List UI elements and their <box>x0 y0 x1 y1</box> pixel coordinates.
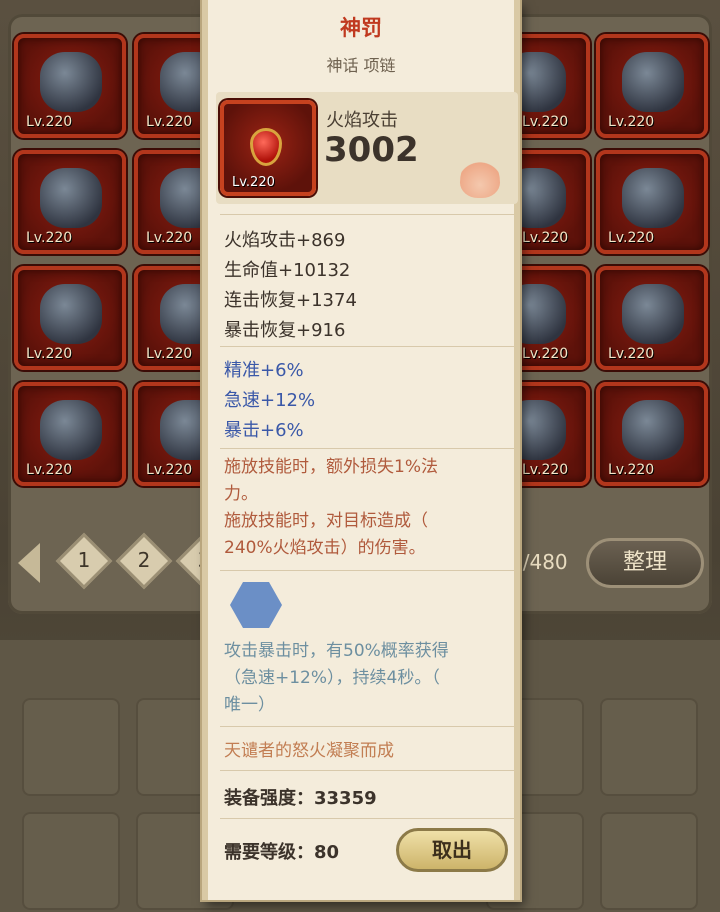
inventory-slot[interactable]: Lv.220 <box>596 34 708 138</box>
set-line: 唯一） <box>224 695 275 715</box>
inventory-slot[interactable]: Lv.220 <box>596 266 708 370</box>
main-stat-name: 火焰攻击 <box>326 110 398 131</box>
divider <box>220 214 514 215</box>
set-line: （急速+12%），持续4秒。（ <box>224 668 440 688</box>
sub-stat: 暴击+6% <box>224 420 304 441</box>
item-tooltip-card: 神罚 神话 项链 Lv.220 火焰攻击 3002 火焰攻击+869 生命值+1… <box>202 0 520 900</box>
prev-page-icon[interactable] <box>18 543 40 583</box>
inventory-slot[interactable]: Lv.220 <box>14 150 126 254</box>
blue-boots-icon <box>622 400 684 460</box>
inventory-slot[interactable]: Lv.220 <box>596 382 708 486</box>
special-effect: 施放技能时，额外损失1%法 力。 施放技能时，对目标造成（ 240%火焰攻击）的… <box>224 454 514 562</box>
divider <box>220 818 514 819</box>
inventory-slot[interactable]: Lv.220 <box>596 150 708 254</box>
spiked-armor-icon <box>40 400 102 460</box>
sort-button[interactable]: 整理 <box>586 538 704 588</box>
required-level: 需要等级：80 <box>224 842 340 863</box>
eye-orb-icon <box>40 284 102 344</box>
page-number: 1 <box>77 548 91 572</box>
gear-score: 装备强度：33359 <box>224 788 377 809</box>
inventory-slot[interactable]: Lv.220 <box>14 34 126 138</box>
effect-line: 施放技能时，对目标造成（ <box>224 511 428 531</box>
base-stat: 生命值+10132 <box>224 260 351 281</box>
equip-slot[interactable] <box>22 698 120 796</box>
equip-slot[interactable] <box>600 812 698 910</box>
skull-coffin-icon <box>622 168 684 228</box>
inventory-slot[interactable]: Lv.220 <box>14 382 126 486</box>
gold-gauntlet-icon <box>622 52 684 112</box>
unequip-button[interactable]: 取出 <box>396 828 508 872</box>
divider <box>220 448 514 449</box>
base-stat: 火焰攻击+869 <box>224 230 346 251</box>
blue-armor-icon <box>622 284 684 344</box>
divider <box>220 346 514 347</box>
divider <box>220 770 514 771</box>
helmet-icon <box>40 52 102 112</box>
main-stat-value: 3002 <box>324 130 419 170</box>
effect-line: 施放技能时，额外损失1%法 <box>224 457 438 477</box>
item-name: 神罚 <box>340 16 382 40</box>
set-line: 攻击暴击时，有50%概率获得 <box>224 641 449 661</box>
base-stat: 连击恢复+1374 <box>224 290 357 311</box>
divider <box>220 726 514 727</box>
sub-stat: 精准+6% <box>224 360 304 381</box>
page-number: 2 <box>137 548 151 572</box>
item-level: Lv.220 <box>232 175 275 190</box>
inventory-slot[interactable]: Lv.220 <box>14 266 126 370</box>
set-effect-description: 攻击暴击时，有50%概率获得 （急速+12%），持续4秒。（ 唯一） <box>224 638 516 719</box>
base-stat: 暴击恢复+916 <box>224 320 346 341</box>
divider <box>220 570 514 571</box>
necklace-icon: Lv.220 <box>220 100 316 196</box>
red-gem-icon <box>250 128 282 166</box>
hexagon-set-icon <box>230 582 282 628</box>
effect-line: 力。 <box>224 484 258 504</box>
effect-line: 240%火焰攻击）的伤害。 <box>224 538 426 558</box>
flavor-text: 天谴者的怒火凝聚而成 <box>224 741 394 761</box>
sub-stat: 急速+12% <box>224 390 316 411</box>
equip-slot[interactable] <box>22 812 120 910</box>
equip-slot[interactable] <box>600 698 698 796</box>
item-rarity-type: 神话 项链 <box>326 56 396 75</box>
hood-icon <box>40 168 102 228</box>
